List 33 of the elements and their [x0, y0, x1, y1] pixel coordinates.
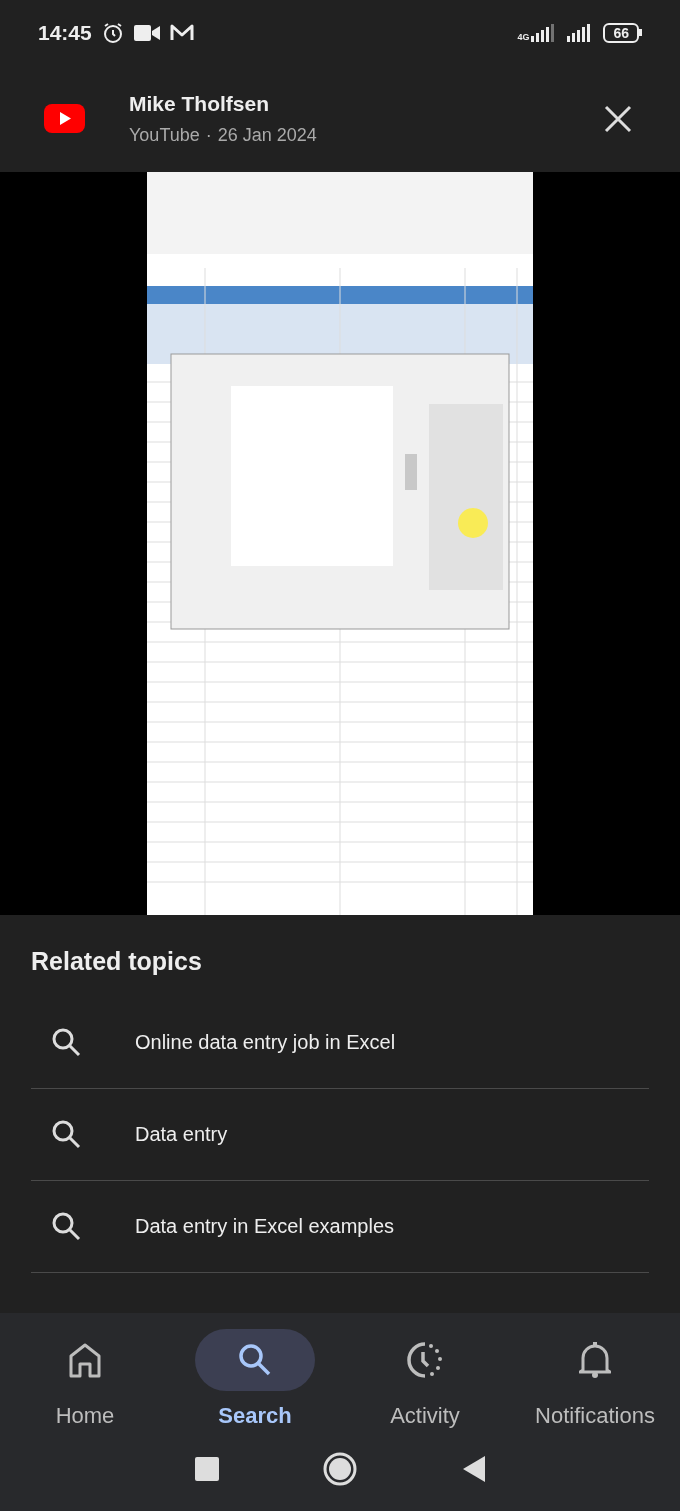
bell-icon: [579, 1341, 611, 1379]
topic-label: Online data entry job in Excel: [135, 1030, 396, 1055]
video-camera-icon: [133, 23, 160, 42]
clock-icon: [406, 1341, 444, 1379]
play-logo-icon: [44, 104, 85, 133]
nav-tab[interactable]: Notifications: [510, 1329, 680, 1432]
nav-tab[interactable]: Search: [170, 1329, 340, 1432]
network-type: 4G: [517, 32, 530, 42]
search-icon: [51, 1119, 81, 1149]
topic-label: Data entry: [135, 1122, 228, 1147]
battery-level: 66: [603, 22, 639, 43]
battery-tip: [639, 29, 642, 36]
search-icon: [51, 1211, 81, 1241]
topic-row[interactable]: Data entry: [31, 1088, 649, 1181]
topic-row[interactable]: Online data entry job in Excel: [31, 996, 649, 1089]
clock-time: 14:45: [38, 19, 92, 46]
search-icon: [237, 1342, 273, 1378]
home-icon: [68, 1342, 102, 1378]
mail-icon: [169, 23, 194, 42]
nav-tab[interactable]: Activity: [340, 1329, 510, 1432]
topic-label: Data entry in Excel examples: [135, 1214, 394, 1239]
home-button[interactable]: [323, 1451, 357, 1486]
recents-button[interactable]: [195, 1456, 219, 1481]
separator-dot: ·: [205, 123, 212, 147]
upload-date: 26 Jan 2024: [217, 123, 317, 147]
topic-row[interactable]: Data entry in Excel examples: [31, 1180, 649, 1273]
source-name: YouTube: [129, 123, 200, 147]
alarm-icon: [101, 21, 124, 44]
nav-tab[interactable]: Home: [0, 1329, 170, 1432]
section-heading: Related topics: [31, 946, 203, 977]
channel-name: Mike Tholfsen: [129, 91, 271, 118]
back-button[interactable]: [461, 1455, 485, 1482]
search-icon: [51, 1027, 81, 1057]
